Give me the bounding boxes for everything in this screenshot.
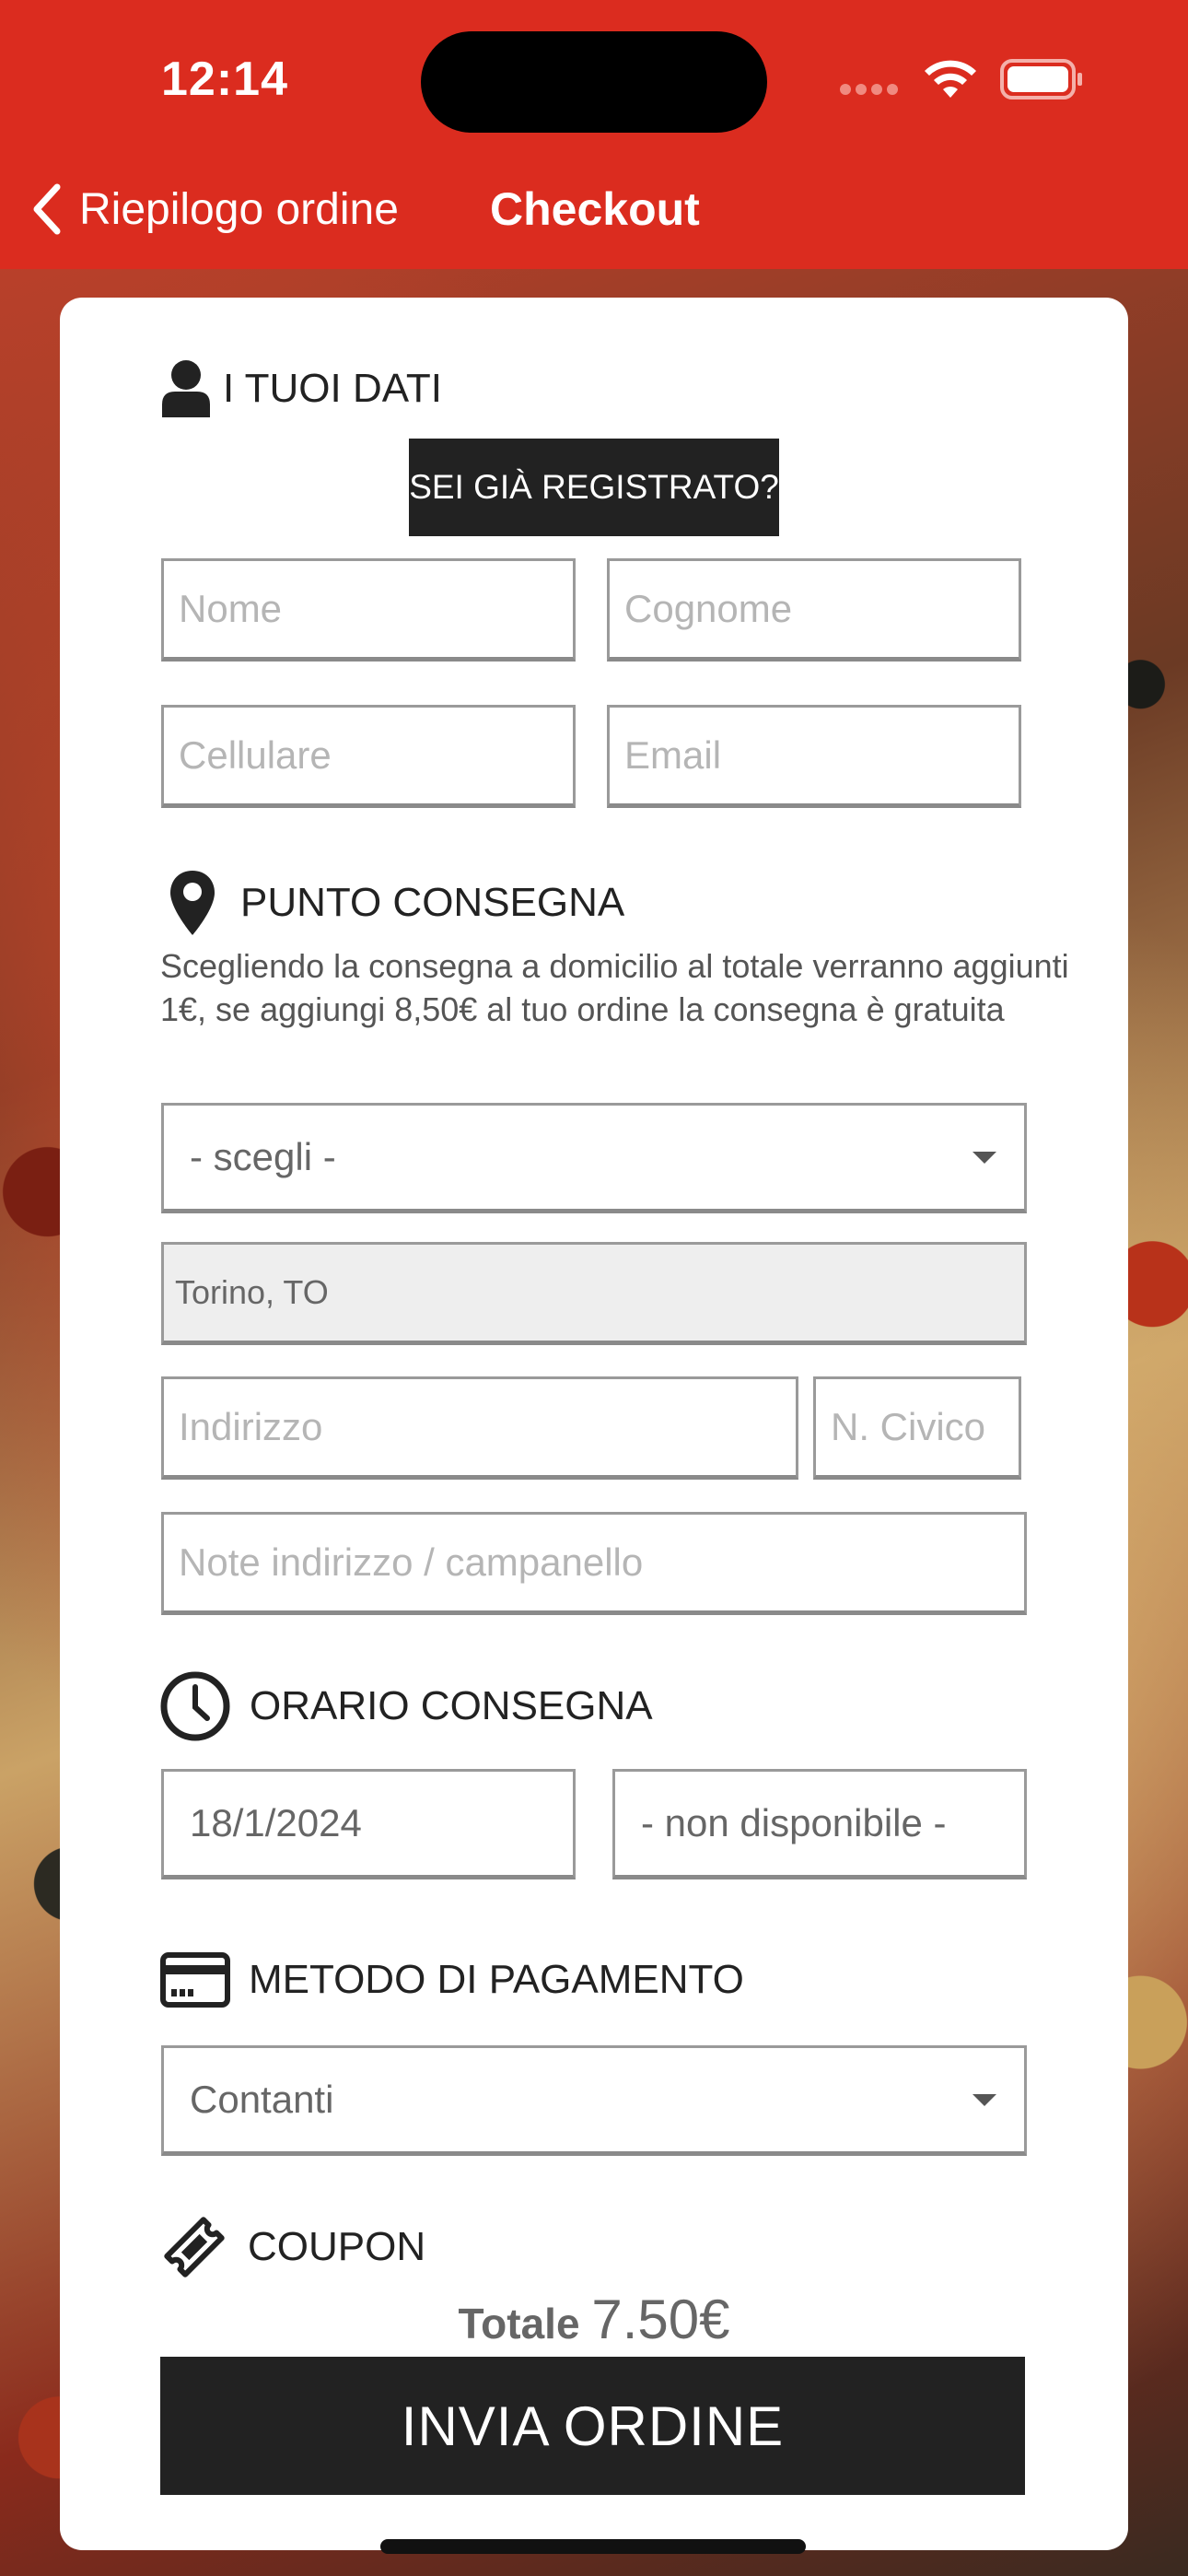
delivery-time-select[interactable]: - non disponibile - (612, 1769, 1027, 1879)
street-number-placeholder: N. Civico (831, 1405, 986, 1448)
back-button[interactable]: Riepilogo ordine (31, 177, 399, 241)
delivery-time-value: - non disponibile - (641, 1801, 947, 1844)
clock-icon (159, 1670, 231, 1742)
section-payment-label: METODO DI PAGAMENTO (249, 1957, 744, 2002)
top-bar: 12:14 Riepilogo ordine Checkout (0, 0, 1188, 269)
payment-method-select[interactable]: Contanti (161, 2045, 1027, 2156)
address-placeholder: Indirizzo (179, 1405, 323, 1448)
signal-icon (840, 83, 904, 96)
delivery-fee-note: Scegliendo la consegna a domicilio al to… (160, 947, 1069, 1028)
address-notes-input[interactable]: Note indirizzo / campanello (161, 1512, 1027, 1615)
already-registered-button[interactable]: SEI GIÀ REGISTRATO? (409, 439, 779, 536)
section-payment-heading: METODO DI PAGAMENTO (160, 1952, 744, 2008)
section-coupon-heading[interactable]: COUPON (159, 2214, 425, 2280)
location-pin-icon (169, 869, 216, 937)
chevron-down-icon (973, 1152, 996, 1164)
section-personal-heading: I TUOI DATI (160, 358, 442, 419)
section-personal-label: I TUOI DATI (223, 366, 442, 411)
delivery-point-select[interactable]: - scegli - (161, 1103, 1027, 1213)
section-delivery-label: PUNTO CONSEGNA (240, 880, 625, 925)
section-coupon-label: COUPON (248, 2224, 426, 2269)
surname-placeholder: Cognome (624, 587, 793, 630)
order-total: Totale 7.50€ (60, 2288, 1128, 2351)
name-input[interactable]: Nome (161, 558, 576, 662)
user-icon (160, 358, 212, 419)
phone-placeholder: Cellulare (179, 733, 332, 777)
ticket-icon (159, 2214, 229, 2280)
checkout-card: I TUOI DATI SEI GIÀ REGISTRATO? Nome Cog… (60, 298, 1128, 2550)
total-value: 7.50€ (591, 2289, 730, 2350)
total-label: Totale (458, 2300, 580, 2348)
back-label: Riepilogo ordine (79, 184, 399, 234)
payment-method-value: Contanti (190, 2078, 334, 2121)
dynamic-island (421, 31, 767, 133)
chevron-left-icon (33, 183, 61, 235)
surname-input[interactable]: Cognome (607, 558, 1021, 662)
section-delivery-heading: PUNTO CONSEGNA (169, 869, 624, 937)
city-field: Torino, TO (161, 1242, 1027, 1345)
page-title: Checkout (490, 183, 700, 235)
chevron-down-icon (973, 2094, 996, 2106)
wifi-icon (925, 60, 976, 98)
home-indicator (380, 2539, 806, 2554)
status-time: 12:14 (161, 53, 288, 106)
section-schedule-heading: ORARIO CONSEGNA (159, 1670, 653, 1742)
name-placeholder: Nome (179, 587, 283, 630)
email-placeholder: Email (624, 733, 722, 777)
city-value: Torino, TO (175, 1273, 329, 1311)
address-notes-placeholder: Note indirizzo / campanello (179, 1540, 644, 1584)
section-schedule-label: ORARIO CONSEGNA (250, 1683, 653, 1728)
street-number-input[interactable]: N. Civico (813, 1376, 1021, 1480)
phone-input[interactable]: Cellulare (161, 705, 576, 808)
delivery-date-value: 18/1/2024 (190, 1801, 362, 1844)
email-input[interactable]: Email (607, 705, 1021, 808)
submit-order-button[interactable]: INVIA ORDINE (160, 2357, 1025, 2495)
address-input[interactable]: Indirizzo (161, 1376, 798, 1480)
delivery-date-select[interactable]: 18/1/2024 (161, 1769, 576, 1879)
credit-card-icon (160, 1952, 230, 2008)
delivery-point-value: - scegli - (190, 1135, 336, 1178)
battery-icon (1000, 59, 1082, 100)
